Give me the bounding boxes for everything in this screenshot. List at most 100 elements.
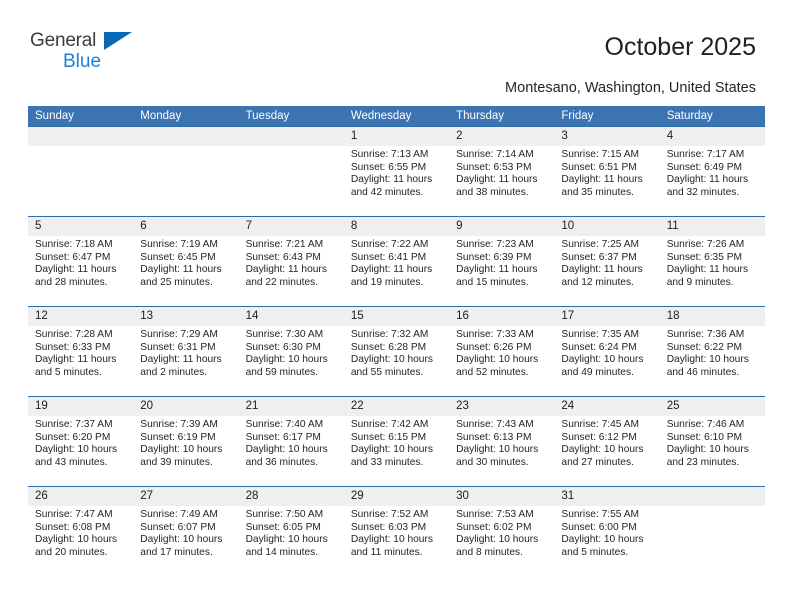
day-number bbox=[28, 127, 134, 146]
daylight-text-line2: and 39 minutes. bbox=[140, 456, 213, 468]
day-cell[interactable]: 12 Sunrise: 7:28 AM Sunset: 6:33 PM Dayl… bbox=[28, 306, 134, 397]
day-cell[interactable]: 28 Sunrise: 7:50 AM Sunset: 6:05 PM Dayl… bbox=[238, 486, 344, 577]
sunset-text: Sunset: 6:37 PM bbox=[561, 251, 637, 263]
sunset-text: Sunset: 6:05 PM bbox=[245, 521, 321, 533]
daylight-text-line1: Daylight: 11 hours bbox=[140, 264, 222, 276]
day-cell[interactable]: 20 Sunrise: 7:39 AM Sunset: 6:19 PM Dayl… bbox=[133, 396, 239, 487]
day-cell[interactable]: 11 Sunrise: 7:26 AM Sunset: 6:35 PM Dayl… bbox=[659, 216, 765, 307]
daylight-text-line1: Daylight: 10 hours bbox=[456, 534, 539, 546]
day-number: 22 bbox=[343, 397, 450, 416]
day-number: 8 bbox=[343, 217, 450, 236]
brand-name-top: General bbox=[30, 30, 97, 51]
day-number: 19 bbox=[28, 397, 134, 416]
day-cell[interactable]: 8 Sunrise: 7:22 AM Sunset: 6:41 PM Dayli… bbox=[343, 216, 450, 307]
day-number: 1 bbox=[343, 127, 450, 146]
daylight-text-line2: and 52 minutes. bbox=[456, 366, 529, 378]
day-details: Sunrise: 7:25 AM Sunset: 6:37 PM Dayligh… bbox=[554, 236, 659, 289]
daylight-text-line2: and 30 minutes. bbox=[456, 456, 529, 468]
sunset-text: Sunset: 6:02 PM bbox=[456, 521, 532, 533]
day-cell[interactable]: 30 Sunrise: 7:53 AM Sunset: 6:02 PM Dayl… bbox=[449, 486, 555, 577]
daylight-text-line2: and 33 minutes. bbox=[350, 456, 424, 468]
day-details: Sunrise: 7:13 AM Sunset: 6:55 PM Dayligh… bbox=[344, 146, 449, 199]
day-cell[interactable]: 24 Sunrise: 7:45 AM Sunset: 6:12 PM Dayl… bbox=[554, 396, 660, 487]
day-cell[interactable]: 18 Sunrise: 7:36 AM Sunset: 6:22 PM Dayl… bbox=[659, 306, 765, 397]
day-cell[interactable]: 29 Sunrise: 7:52 AM Sunset: 6:03 PM Dayl… bbox=[343, 486, 450, 577]
day-cell[interactable]: 13 Sunrise: 7:29 AM Sunset: 6:31 PM Dayl… bbox=[133, 306, 239, 397]
daylight-text-line1: Daylight: 11 hours bbox=[456, 174, 538, 186]
day-cell[interactable]: 25 Sunrise: 7:46 AM Sunset: 6:10 PM Dayl… bbox=[659, 396, 765, 487]
day-details: Sunrise: 7:21 AM Sunset: 6:43 PM Dayligh… bbox=[239, 236, 344, 289]
day-cell[interactable]: 17 Sunrise: 7:35 AM Sunset: 6:24 PM Dayl… bbox=[554, 306, 660, 397]
daylight-text-line1: Daylight: 11 hours bbox=[666, 174, 749, 186]
day-cell[interactable]: 16 Sunrise: 7:33 AM Sunset: 6:26 PM Dayl… bbox=[449, 306, 555, 397]
sunset-text: Sunset: 6:41 PM bbox=[350, 251, 427, 263]
daylight-text-line1: Daylight: 10 hours bbox=[245, 354, 328, 366]
daylight-text-line1: Daylight: 10 hours bbox=[456, 444, 539, 456]
sunrise-text: Sunrise: 7:50 AM bbox=[245, 509, 324, 520]
brand-logo[interactable]: General Blue bbox=[30, 31, 150, 75]
day-cell[interactable]: 21 Sunrise: 7:40 AM Sunset: 6:17 PM Dayl… bbox=[238, 396, 344, 487]
sunrise-text: Sunrise: 7:21 AM bbox=[245, 239, 324, 250]
day-cell[interactable]: 26 Sunrise: 7:47 AM Sunset: 6:08 PM Dayl… bbox=[28, 486, 134, 577]
daylight-text-line1: Daylight: 11 hours bbox=[350, 174, 433, 186]
day-cell[interactable]: 5 Sunrise: 7:18 AM Sunset: 6:47 PM Dayli… bbox=[28, 216, 134, 307]
day-details: Sunrise: 7:18 AM Sunset: 6:47 PM Dayligh… bbox=[28, 236, 133, 289]
day-cell[interactable]: 2 Sunrise: 7:14 AM Sunset: 6:53 PM Dayli… bbox=[449, 126, 555, 217]
week-row: 12 Sunrise: 7:28 AM Sunset: 6:33 PM Dayl… bbox=[28, 306, 765, 397]
day-cell[interactable]: 22 Sunrise: 7:42 AM Sunset: 6:15 PM Dayl… bbox=[343, 396, 450, 487]
day-cell[interactable]: 1 Sunrise: 7:13 AM Sunset: 6:55 PM Dayli… bbox=[343, 126, 450, 217]
daylight-text-line1: Daylight: 10 hours bbox=[666, 444, 749, 456]
sunset-text: Sunset: 6:22 PM bbox=[666, 341, 743, 353]
day-number: 9 bbox=[449, 217, 555, 236]
day-cell[interactable] bbox=[28, 126, 134, 217]
day-cell[interactable]: 31 Sunrise: 7:55 AM Sunset: 6:00 PM Dayl… bbox=[554, 486, 660, 577]
day-cell[interactable] bbox=[133, 126, 239, 217]
page-header: General Blue October 2025 Montesano, Was… bbox=[0, 0, 792, 97]
day-number: 7 bbox=[238, 217, 344, 236]
day-details: Sunrise: 7:26 AM Sunset: 6:35 PM Dayligh… bbox=[660, 236, 765, 289]
daylight-text-line1: Daylight: 10 hours bbox=[561, 444, 644, 456]
day-cell[interactable]: 3 Sunrise: 7:15 AM Sunset: 6:51 PM Dayli… bbox=[554, 126, 660, 217]
day-cell[interactable]: 10 Sunrise: 7:25 AM Sunset: 6:37 PM Dayl… bbox=[554, 216, 660, 307]
sunrise-text: Sunrise: 7:40 AM bbox=[245, 419, 324, 430]
day-details: Sunrise: 7:52 AM Sunset: 6:03 PM Dayligh… bbox=[344, 506, 449, 559]
week-row: 26 Sunrise: 7:47 AM Sunset: 6:08 PM Dayl… bbox=[28, 486, 765, 577]
triangle-icon bbox=[104, 32, 132, 50]
weekday-header-monday: Monday bbox=[133, 106, 239, 127]
daylight-text-line1: Daylight: 10 hours bbox=[140, 444, 223, 456]
sunset-text: Sunset: 6:51 PM bbox=[561, 161, 637, 173]
day-number: 16 bbox=[449, 307, 555, 326]
day-number: 27 bbox=[133, 487, 239, 506]
daylight-text-line2: and 32 minutes. bbox=[666, 186, 740, 198]
day-cell[interactable]: 19 Sunrise: 7:37 AM Sunset: 6:20 PM Dayl… bbox=[28, 396, 134, 487]
day-cell[interactable]: 27 Sunrise: 7:49 AM Sunset: 6:07 PM Dayl… bbox=[133, 486, 239, 577]
day-cell[interactable] bbox=[659, 486, 765, 577]
day-number: 26 bbox=[28, 487, 134, 506]
daylight-text-line2: and 22 minutes. bbox=[245, 276, 319, 288]
day-cell[interactable]: 7 Sunrise: 7:21 AM Sunset: 6:43 PM Dayli… bbox=[238, 216, 344, 307]
daylight-text-line2: and 17 minutes. bbox=[140, 546, 213, 558]
day-cell[interactable] bbox=[238, 126, 344, 217]
daylight-text-line1: Daylight: 10 hours bbox=[666, 354, 749, 366]
day-number: 2 bbox=[449, 127, 555, 146]
daylight-text-line2: and 11 minutes. bbox=[350, 546, 423, 558]
sunset-text: Sunset: 6:43 PM bbox=[245, 251, 321, 263]
day-cell[interactable]: 4 Sunrise: 7:17 AM Sunset: 6:49 PM Dayli… bbox=[659, 126, 765, 217]
day-cell[interactable]: 6 Sunrise: 7:19 AM Sunset: 6:45 PM Dayli… bbox=[133, 216, 239, 307]
day-details: Sunrise: 7:28 AM Sunset: 6:33 PM Dayligh… bbox=[28, 326, 133, 379]
daylight-text-line1: Daylight: 10 hours bbox=[456, 354, 539, 366]
day-details: Sunrise: 7:35 AM Sunset: 6:24 PM Dayligh… bbox=[554, 326, 659, 379]
sunrise-text: Sunrise: 7:30 AM bbox=[245, 329, 324, 340]
day-cell[interactable]: 15 Sunrise: 7:32 AM Sunset: 6:28 PM Dayl… bbox=[343, 306, 450, 397]
calendar-page: General Blue October 2025 Montesano, Was… bbox=[0, 0, 792, 612]
page-subtitle: Montesano, Washington, United States bbox=[505, 80, 756, 96]
day-details bbox=[133, 146, 238, 149]
day-details: Sunrise: 7:53 AM Sunset: 6:02 PM Dayligh… bbox=[449, 506, 554, 559]
day-cell[interactable]: 14 Sunrise: 7:30 AM Sunset: 6:30 PM Dayl… bbox=[238, 306, 344, 397]
day-details: Sunrise: 7:29 AM Sunset: 6:31 PM Dayligh… bbox=[133, 326, 238, 379]
daylight-text-line1: Daylight: 11 hours bbox=[561, 174, 643, 186]
day-cell[interactable]: 9 Sunrise: 7:23 AM Sunset: 6:39 PM Dayli… bbox=[449, 216, 555, 307]
day-cell[interactable]: 23 Sunrise: 7:43 AM Sunset: 6:13 PM Dayl… bbox=[449, 396, 555, 487]
day-details: Sunrise: 7:19 AM Sunset: 6:45 PM Dayligh… bbox=[133, 236, 238, 289]
daylight-text-line1: Daylight: 11 hours bbox=[245, 264, 327, 276]
